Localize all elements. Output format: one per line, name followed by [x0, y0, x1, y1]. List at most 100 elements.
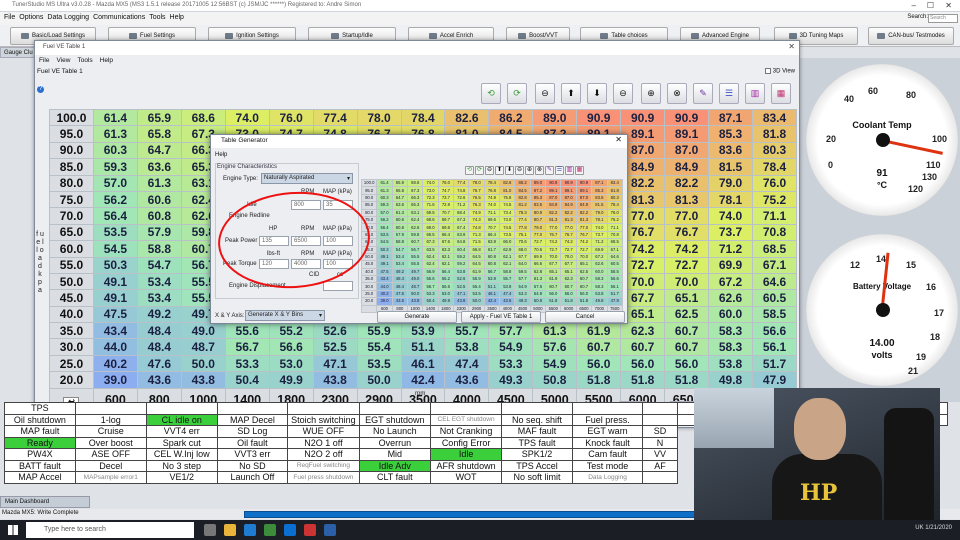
search-input[interactable]: Search [928, 14, 958, 23]
ve-cell[interactable]: 60.7 [576, 338, 622, 356]
ve-cell[interactable]: 72.7 [664, 256, 710, 274]
add-icon[interactable]: ⊕ [525, 166, 534, 175]
ve-cell[interactable]: 65.8 [136, 125, 182, 143]
load-bin-cell[interactable]: 65.0 [49, 223, 94, 242]
ve-cell[interactable]: 85.3 [708, 125, 753, 143]
move-up-icon[interactable]: ⬆ [561, 83, 581, 104]
ve-cell[interactable]: 71.1 [752, 207, 797, 225]
undo-icon[interactable]: ⟲ [465, 166, 474, 175]
load-bin-cell[interactable]: 40.0 [49, 305, 94, 324]
ve-cell[interactable]: 58.8 [136, 240, 182, 258]
file-explorer-icon[interactable] [224, 524, 236, 536]
ve-cell[interactable]: 64.7 [136, 141, 182, 160]
ve-cell[interactable]: 74.0 [708, 207, 753, 225]
ve-cell[interactable]: 54.7 [136, 256, 182, 274]
xy-axis-select[interactable]: Generate X & Y Bins ▾ [245, 310, 325, 321]
ve-cell[interactable]: 60.8 [136, 207, 182, 225]
load-bin-cell[interactable]: 35.0 [49, 322, 94, 340]
ve-cell[interactable]: 54.9 [532, 354, 578, 373]
chrome-icon[interactable] [264, 524, 276, 536]
ve-cell[interactable]: 47.9 [752, 371, 797, 389]
ve-cell[interactable]: 80.3 [752, 141, 797, 160]
ve-cell[interactable]: 82.6 [444, 108, 490, 127]
ve-cell[interactable]: 61.9 [576, 322, 622, 340]
dialog-close-icon[interactable]: ✕ [615, 135, 622, 144]
ve-cell[interactable]: 55.2 [268, 322, 314, 340]
toolbar-button[interactable]: CAN-bus/ Testmodes [868, 27, 954, 45]
ve-cell[interactable]: 58.5 [752, 305, 797, 324]
ve-cell[interactable]: 43.8 [180, 371, 226, 389]
menu-item[interactable]: Tools [149, 14, 165, 21]
redo-icon[interactable]: ⟳ [475, 166, 484, 175]
ve-cell[interactable]: 60.6 [136, 190, 182, 209]
ve-cell[interactable]: 83.6 [708, 141, 753, 160]
color-map-icon[interactable]: ▦ [575, 166, 584, 175]
menu-item[interactable]: File [4, 14, 15, 21]
undo-icon[interactable]: ⟲ [481, 83, 501, 104]
ve-cell[interactable]: 68.5 [752, 240, 797, 258]
ve-cell[interactable]: 74.0 [224, 108, 270, 127]
ve-cell[interactable]: 87.0 [664, 141, 710, 160]
ve-cell[interactable]: 56.4 [92, 207, 138, 225]
ve-cell[interactable]: 56.6 [268, 338, 314, 356]
ve-cell[interactable]: 73.7 [708, 223, 753, 242]
ve-cell[interactable]: 43.4 [92, 322, 138, 340]
redo-icon[interactable]: ⟳ [507, 83, 527, 104]
ve-cell[interactable]: 60.5 [752, 289, 797, 307]
columns-icon[interactable]: ▥ [745, 83, 765, 104]
task-view-icon[interactable] [204, 524, 216, 536]
ve-cell[interactable]: 49.2 [136, 305, 182, 324]
load-bin-cell[interactable]: 50.0 [49, 272, 94, 291]
ve-cell[interactable]: 61.3 [136, 174, 182, 192]
ve-cell[interactable]: 53.9 [400, 322, 446, 340]
ve-menu-item[interactable]: File [39, 57, 49, 64]
ve-cell[interactable]: 53.8 [444, 338, 490, 356]
pencil-icon[interactable]: ✎ [693, 83, 713, 104]
ve-cell[interactable]: 47.4 [444, 354, 490, 373]
rows-icon[interactable]: ☰ [555, 166, 564, 175]
load-bin-cell[interactable]: 80.0 [49, 174, 94, 192]
columns-icon[interactable]: ▥ [565, 166, 574, 175]
ve-menu-item[interactable]: Tools [77, 57, 92, 64]
ve-cell[interactable]: 83.4 [752, 108, 797, 127]
load-bin-cell[interactable]: 75.0 [49, 190, 94, 209]
ve-cell[interactable]: 86.2 [488, 108, 534, 127]
ve-cell[interactable]: 56.2 [92, 190, 138, 209]
ve-cell[interactable]: 76.0 [752, 174, 797, 192]
subtract-icon[interactable]: ⊖ [613, 83, 633, 104]
load-bin-cell[interactable]: 85.0 [49, 158, 94, 176]
ve-menu-item[interactable]: View [56, 57, 70, 64]
decrement-icon[interactable]: ⊖ [485, 166, 494, 175]
ve-cell[interactable]: 50.3 [92, 256, 138, 274]
ve-cell[interactable]: 77.0 [664, 207, 710, 225]
ve-cell[interactable]: 76.0 [268, 108, 314, 127]
ve-cell[interactable]: 84.9 [664, 158, 710, 176]
multiply-icon[interactable]: ⊗ [535, 166, 544, 175]
ve-cell[interactable]: 55.7 [444, 322, 490, 340]
ve-cell[interactable]: 58.3 [708, 322, 753, 340]
ve-cell[interactable]: 62.6 [708, 289, 753, 307]
rows-icon[interactable]: ☰ [719, 83, 739, 104]
help-icon[interactable]: ? [37, 86, 44, 93]
ve-cell[interactable]: 43.8 [312, 371, 358, 389]
ve-cell[interactable]: 68.6 [180, 108, 226, 127]
ve-cell[interactable]: 50.0 [356, 371, 402, 389]
add-icon[interactable]: ⊕ [641, 83, 661, 104]
ve-cell[interactable]: 53.5 [356, 354, 402, 373]
decrement-icon[interactable]: ⊖ [535, 83, 555, 104]
ve-cell[interactable]: 51.8 [576, 371, 622, 389]
ve-cell[interactable]: 69.9 [708, 256, 753, 274]
ve-cell[interactable]: 55.4 [356, 338, 402, 356]
ve-cell[interactable]: 53.5 [92, 223, 138, 242]
ve-cell[interactable]: 53.8 [708, 354, 753, 373]
ve-cell[interactable]: 65.9 [136, 108, 182, 127]
ve-cell[interactable]: 53.3 [224, 354, 270, 373]
ve-cell[interactable]: 75.2 [752, 190, 797, 209]
ve-cell[interactable]: 49.8 [708, 371, 753, 389]
ve-cell[interactable]: 52.6 [312, 322, 358, 340]
load-bin-cell[interactable]: 25.0 [49, 354, 94, 373]
ve-cell[interactable]: 40.2 [92, 354, 138, 373]
ve-cell[interactable]: 51.8 [620, 371, 666, 389]
multiply-icon[interactable]: ⊗ [667, 83, 687, 104]
subtract-icon[interactable]: ⊖ [515, 166, 524, 175]
